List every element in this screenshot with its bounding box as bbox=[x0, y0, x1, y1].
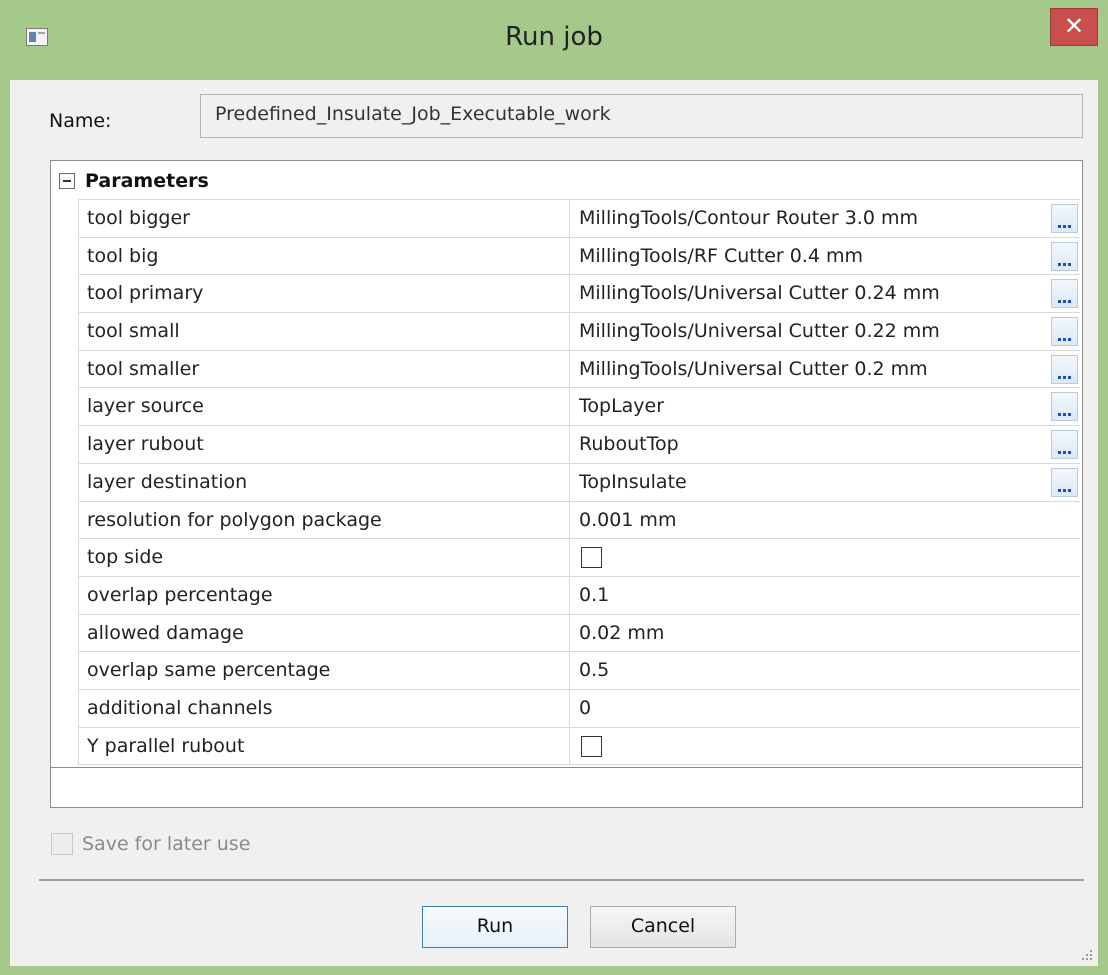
parameters-header-label: Parameters bbox=[85, 170, 209, 192]
column-separator bbox=[569, 463, 570, 501]
column-separator bbox=[569, 426, 570, 463]
name-label: Name: bbox=[49, 110, 112, 132]
parameter-value[interactable]: MillingTools/Contour Router 3.0 mm bbox=[579, 200, 918, 236]
column-separator bbox=[569, 689, 570, 727]
title-bar[interactable]: Run job ✕ bbox=[0, 0, 1108, 80]
cancel-button[interactable]: Cancel bbox=[590, 906, 736, 948]
parameter-value[interactable]: 0.5 bbox=[579, 652, 609, 688]
column-separator bbox=[569, 614, 570, 652]
parameter-row[interactable]: overlap percentage 0.1 bbox=[78, 576, 1080, 615]
job-name-field[interactable]: Predefined_Insulate_Job_Executable_work bbox=[200, 94, 1083, 138]
run-job-dialog: Run job ✕ Name: Predefined_Insulate_Job_… bbox=[0, 0, 1108, 975]
browse-ellipsis-icon[interactable] bbox=[1051, 392, 1078, 422]
parameter-row[interactable]: layer destination TopInsulate bbox=[78, 463, 1080, 502]
parameter-row[interactable]: allowed damage 0.02 mm bbox=[78, 614, 1080, 653]
parameter-value[interactable]: 0.02 mm bbox=[579, 615, 664, 651]
column-separator bbox=[569, 388, 570, 426]
column-separator bbox=[569, 313, 570, 350]
button-divider bbox=[39, 879, 1084, 881]
browse-ellipsis-icon[interactable] bbox=[1051, 204, 1078, 233]
parameter-name: allowed damage bbox=[87, 621, 244, 644]
column-separator bbox=[569, 652, 570, 689]
parameter-name: additional channels bbox=[87, 696, 273, 719]
parameter-value[interactable]: TopInsulate bbox=[579, 464, 687, 500]
parameter-checkbox[interactable] bbox=[581, 547, 602, 569]
parameter-value[interactable]: RuboutTop bbox=[579, 426, 679, 462]
parameter-name: layer destination bbox=[87, 470, 248, 493]
parameter-row[interactable]: additional channels 0 bbox=[78, 689, 1080, 728]
parameters-group-header[interactable]: Parameters bbox=[51, 161, 1082, 199]
parameter-row[interactable]: tool bigger MillingTools/Contour Router 3… bbox=[78, 200, 1080, 238]
column-separator bbox=[569, 727, 570, 765]
column-separator bbox=[569, 200, 570, 237]
parameter-name: resolution for polygon package bbox=[87, 508, 382, 531]
parameter-name: tool big bbox=[87, 244, 159, 267]
parameter-row[interactable]: layer source TopLayer bbox=[78, 388, 1080, 427]
parameter-value[interactable]: 0 bbox=[579, 690, 591, 726]
save-for-later-checkbox[interactable] bbox=[51, 833, 73, 855]
parameter-name: tool primary bbox=[87, 282, 204, 305]
run-button[interactable]: Run bbox=[422, 906, 568, 948]
resize-grip-icon[interactable] bbox=[1080, 948, 1094, 962]
parameter-row[interactable]: tool primary MillingTools/Universal Cutte… bbox=[78, 275, 1080, 314]
column-separator bbox=[569, 501, 570, 539]
browse-ellipsis-icon[interactable] bbox=[1051, 467, 1078, 497]
parameter-row[interactable]: Y parallel rubout bbox=[78, 727, 1080, 766]
parameter-row[interactable]: resolution for polygon package 0.001 mm bbox=[78, 501, 1080, 540]
parameter-value[interactable]: 0.1 bbox=[579, 577, 609, 613]
parameter-checkbox[interactable] bbox=[581, 735, 602, 757]
parameter-value[interactable]: MillingTools/RF Cutter 0.4 mm bbox=[579, 238, 863, 274]
column-separator bbox=[569, 576, 570, 614]
parameter-row[interactable]: tool small MillingTools/Universal Cutter … bbox=[78, 313, 1080, 351]
column-separator bbox=[569, 275, 570, 313]
browse-ellipsis-icon[interactable] bbox=[1051, 317, 1078, 347]
collapse-minus-icon[interactable] bbox=[59, 173, 75, 189]
browse-ellipsis-icon[interactable] bbox=[1051, 354, 1078, 384]
save-for-later-label: Save for later use bbox=[82, 833, 251, 855]
parameter-row[interactable]: top side bbox=[78, 539, 1080, 577]
parameter-name: tool small bbox=[87, 320, 180, 343]
close-button[interactable]: ✕ bbox=[1050, 8, 1098, 46]
column-separator bbox=[569, 539, 570, 576]
parameter-row[interactable]: overlap same percentage 0.5 bbox=[78, 652, 1080, 690]
parameter-name: tool smaller bbox=[87, 357, 200, 380]
column-separator bbox=[569, 350, 570, 388]
parameter-name: layer source bbox=[87, 395, 204, 418]
parameter-name: tool bigger bbox=[87, 207, 190, 229]
parameter-name: overlap percentage bbox=[87, 583, 273, 606]
browse-ellipsis-icon[interactable] bbox=[1051, 241, 1078, 271]
parameter-value[interactable]: TopLayer bbox=[579, 388, 664, 424]
parameter-name: top side bbox=[87, 546, 164, 569]
parameter-row[interactable]: layer rubout RuboutTop bbox=[78, 426, 1080, 464]
parameter-row[interactable]: tool big MillingTools/RF Cutter 0.4 mm bbox=[78, 237, 1080, 276]
browse-ellipsis-icon[interactable] bbox=[1051, 430, 1078, 460]
parameter-name: Y parallel rubout bbox=[87, 734, 245, 757]
parameters-tree[interactable]: Parameters tool bigger MillingTools/Conto… bbox=[50, 160, 1083, 808]
window-title: Run job bbox=[505, 22, 603, 52]
dialog-body: Name: Predefined_Insulate_Job_Executable… bbox=[10, 80, 1098, 966]
browse-ellipsis-icon[interactable] bbox=[1051, 279, 1078, 309]
parameter-value[interactable]: MillingTools/Universal Cutter 0.24 mm bbox=[579, 275, 940, 311]
parameter-value[interactable]: 0.001 mm bbox=[579, 502, 676, 538]
parameter-value[interactable]: MillingTools/Universal Cutter 0.22 mm bbox=[579, 313, 940, 349]
parameters-rows: tool bigger MillingTools/Contour Router 3… bbox=[78, 199, 1080, 766]
tree-footer-divider bbox=[51, 767, 1082, 768]
parameter-name: layer rubout bbox=[87, 433, 204, 456]
parameter-row[interactable]: tool smaller MillingTools/Universal Cutte… bbox=[78, 350, 1080, 389]
parameter-name: overlap same percentage bbox=[87, 659, 331, 682]
parameter-value[interactable]: MillingTools/Universal Cutter 0.2 mm bbox=[579, 351, 928, 387]
column-separator bbox=[569, 237, 570, 275]
